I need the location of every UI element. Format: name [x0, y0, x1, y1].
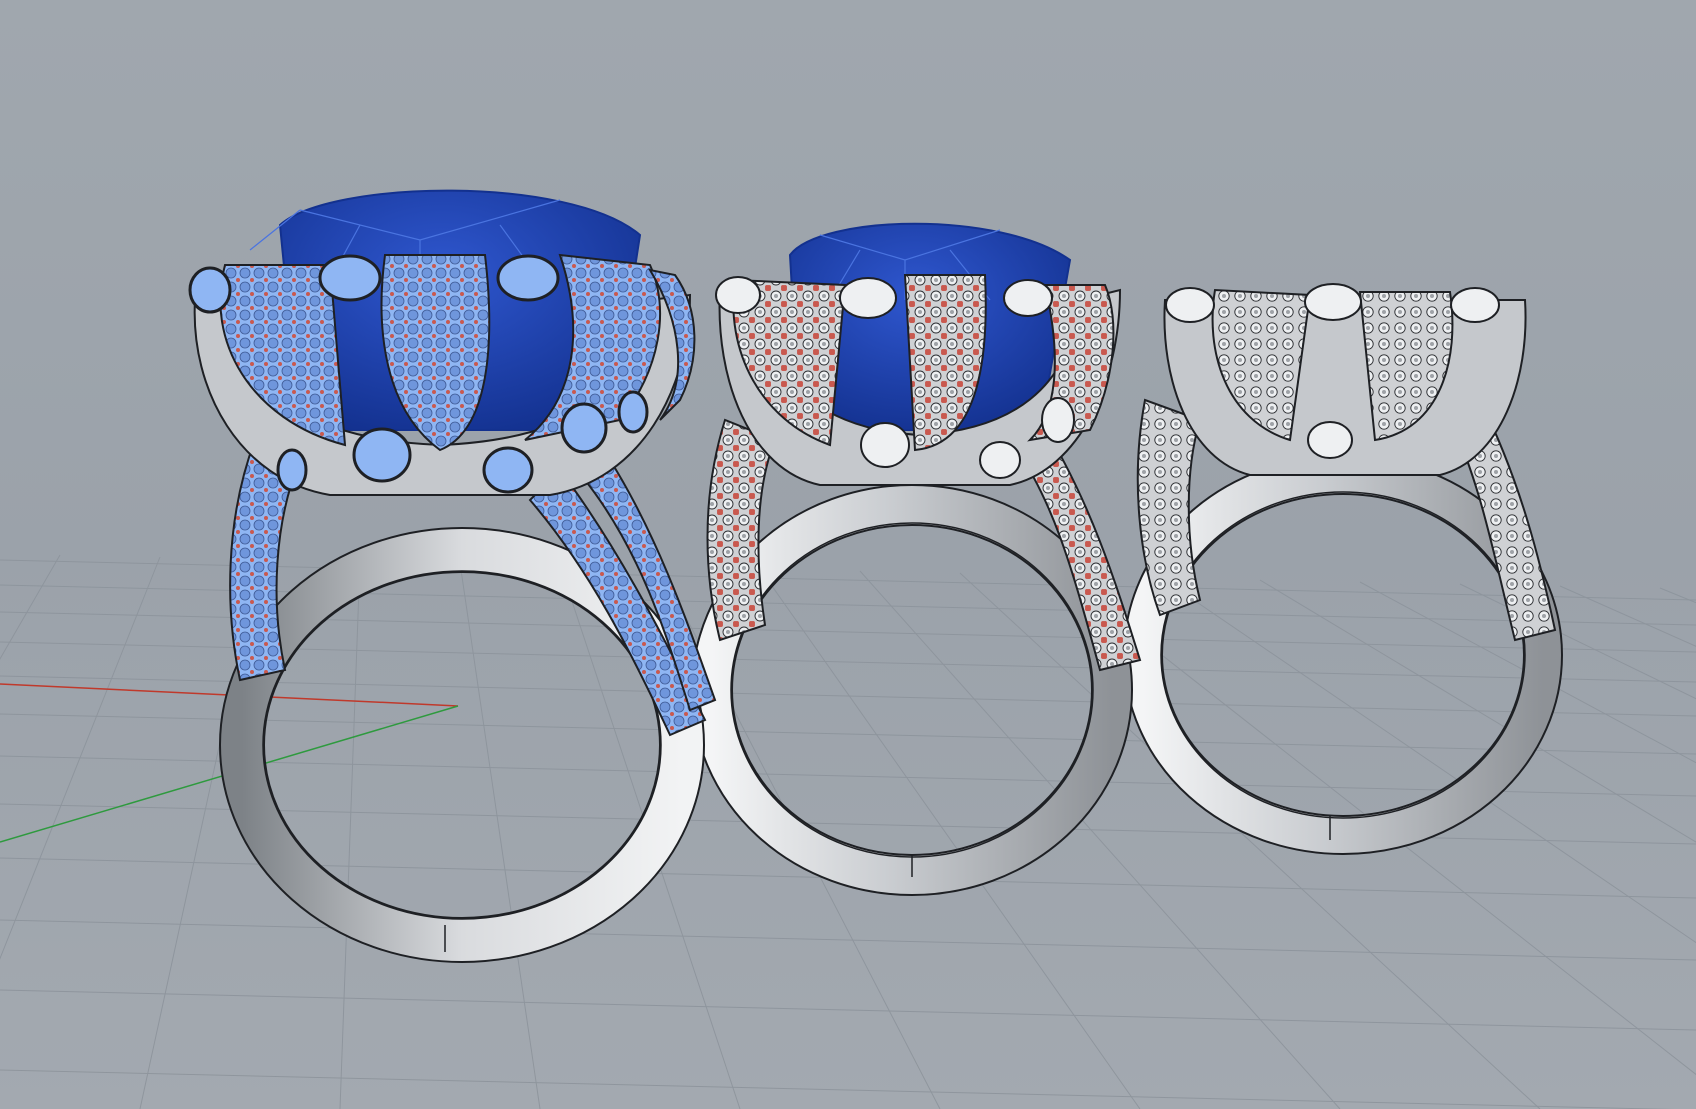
ring-1-bezel-4 [482, 446, 534, 494]
3d-viewport[interactable] [0, 0, 1696, 1109]
ring-2-bezel-1 [839, 277, 897, 319]
ring-2-bezel-5 [715, 276, 761, 314]
ring-2-bezel-2 [1003, 279, 1053, 317]
ring-1-bezel-8 [276, 448, 308, 492]
ring-1-bezel-7 [617, 390, 649, 434]
ring-1-bezel-3 [352, 427, 412, 483]
ring-2-bezel-4 [979, 441, 1021, 479]
ring-2-bezel-3 [860, 422, 910, 468]
ring-1-bezel-6 [188, 266, 232, 314]
ring-1-bezel-5 [560, 402, 608, 454]
ring-3-bezel-left [1165, 287, 1215, 323]
ring-3-bezel-bottom [1307, 421, 1353, 459]
viewport-canvas[interactable] [0, 0, 1696, 1109]
ring-3-bezel-center [1304, 283, 1362, 321]
ring-1-bezel-1 [318, 254, 382, 302]
ring-1-bezel-2 [496, 254, 560, 302]
ring-2-bezel-6 [1041, 397, 1075, 443]
ring-3-bezel-right [1450, 287, 1500, 323]
